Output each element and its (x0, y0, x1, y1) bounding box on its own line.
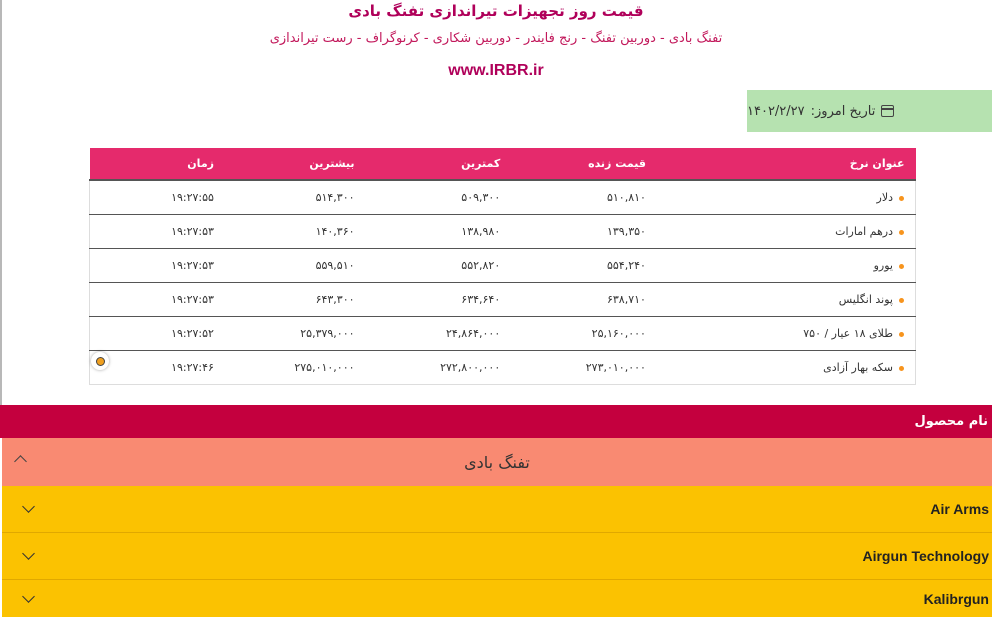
bullet-icon (899, 331, 904, 337)
today-date-box: تاریخ امروز: ۱۴۰۲/۲/۲۷ (747, 90, 992, 132)
col-header-min: کمترین (365, 148, 512, 181)
time-cell: ۱۹:۲۷:۵۳ (88, 248, 225, 283)
time-cell: ۱۹:۲۷:۴۶ (88, 350, 225, 385)
bullet-icon (899, 195, 904, 201)
col-header-max: بیشترین (224, 148, 366, 181)
chevron-up-icon[interactable] (14, 455, 27, 468)
bullet-icon (899, 297, 904, 303)
bullet-icon (899, 365, 904, 371)
brand-accordion-kalibrgun[interactable]: Kalibrgun (2, 580, 992, 617)
col-header-live-price: قیمت زنده (511, 148, 657, 181)
table-row: طلای ۱۸ عیار / ۷۵۰ ۲۵,۱۶۰,۰۰۰ ۲۴,۸۶۴,۰۰۰… (88, 316, 916, 351)
rate-title-cell: پوند انگلیس (656, 282, 916, 317)
rate-title-cell: سکه بهار آزادی (656, 350, 916, 385)
rate-title-cell: درهم امارات (656, 214, 916, 249)
live-price-cell: ۱۳۹,۳۵۰ (511, 214, 657, 249)
max-price-cell: ۲۷۵,۰۱۰,۰۰۰ (224, 350, 366, 385)
live-price-cell: ۲۷۳,۰۱۰,۰۰۰ (511, 350, 657, 385)
category-accordion-airguns[interactable]: تفنگ بادی (2, 438, 992, 486)
time-cell: ۱۹:۲۷:۵۳ (88, 282, 225, 317)
min-price-cell: ۶۳۴,۶۴۰ (365, 282, 512, 317)
chevron-down-icon[interactable] (22, 500, 35, 513)
live-price-cell: ۵۵۴,۲۴۰ (511, 248, 657, 283)
page-title: قیمت روز تجهیزات تیراندازی تفنگ بادی (348, 2, 644, 20)
time-cell: ۱۹:۲۷:۵۳ (88, 214, 225, 249)
time-cell: ۱۹:۲۷:۵۵ (88, 180, 225, 215)
live-price-cell: ۶۳۸,۷۱۰ (511, 282, 657, 317)
date-value: ۱۴۰۲/۲/۲۷ (747, 103, 805, 119)
product-name-header: نام محصول (0, 405, 992, 438)
category-label: تفنگ بادی (464, 452, 530, 472)
col-header-time: زمان (89, 148, 225, 181)
table-row: پوند انگلیس ۶۳۸,۷۱۰ ۶۳۴,۶۴۰ ۶۴۳,۳۰۰ ۱۹:۲… (88, 282, 916, 317)
time-cell: ۱۹:۲۷:۵۲ (88, 316, 225, 351)
col-header-title: عنوان نرخ (656, 148, 916, 181)
date-label: تاریخ امروز: (810, 103, 876, 119)
brand-label: Air Arms (930, 501, 989, 517)
max-price-cell: ۶۴۳,۳۰۰ (224, 282, 366, 317)
page-left-border (0, 0, 2, 405)
rate-title-cell: یورو (656, 248, 916, 283)
chevron-down-icon[interactable] (22, 547, 35, 560)
max-price-cell: ۲۵,۳۷۹,۰۰۰ (224, 316, 366, 351)
page-subtitle: تفنگ بادی - دوربین تفنگ - رنج فایندر - د… (269, 31, 723, 46)
min-price-cell: ۲۷۲,۸۰۰,۰۰۰ (365, 350, 512, 385)
rate-title-cell: طلای ۱۸ عیار / ۷۵۰ (656, 316, 916, 351)
table-row: یورو ۵۵۴,۲۴۰ ۵۵۲,۸۲۰ ۵۵۹,۵۱۰ ۱۹:۲۷:۵۳ (88, 248, 916, 283)
max-price-cell: ۵۱۴,۳۰۰ (224, 180, 366, 215)
rates-table-header: عنوان نرخ قیمت زنده کمترین بیشترین زمان (89, 148, 916, 181)
rates-table: عنوان نرخ قیمت زنده کمترین بیشترین زمان … (88, 148, 916, 385)
max-price-cell: ۱۴۰,۳۶۰ (224, 214, 366, 249)
max-price-cell: ۵۵۹,۵۱۰ (224, 248, 366, 283)
min-price-cell: ۲۴,۸۶۴,۰۰۰ (365, 316, 512, 351)
min-price-cell: ۵۵۲,۸۲۰ (365, 248, 512, 283)
refresh-spinner-icon[interactable] (91, 352, 109, 370)
table-row: سکه بهار آزادی ۲۷۳,۰۱۰,۰۰۰ ۲۷۲,۸۰۰,۰۰۰ ۲… (88, 350, 916, 385)
brand-label: Airgun Technology (862, 548, 989, 564)
brand-label: Kalibrgun (923, 590, 989, 607)
calendar-icon (881, 105, 895, 117)
bullet-icon (899, 229, 904, 235)
site-url-link[interactable]: www.IRBR.ir (0, 62, 992, 80)
brand-accordion-air-arms[interactable]: Air Arms (2, 486, 992, 532)
bullet-icon (899, 263, 904, 269)
brand-accordion-airgun-technology[interactable]: Airgun Technology (2, 533, 992, 579)
live-price-cell: ۵۱۰,۸۱۰ (511, 180, 657, 215)
min-price-cell: ۵۰۹,۳۰۰ (365, 180, 512, 215)
rate-title-cell: دلار (656, 180, 916, 215)
table-row: دلار ۵۱۰,۸۱۰ ۵۰۹,۳۰۰ ۵۱۴,۳۰۰ ۱۹:۲۷:۵۵ (88, 180, 916, 215)
min-price-cell: ۱۳۸,۹۸۰ (365, 214, 512, 249)
table-row: درهم امارات ۱۳۹,۳۵۰ ۱۳۸,۹۸۰ ۱۴۰,۳۶۰ ۱۹:۲… (88, 214, 916, 249)
chevron-down-icon[interactable] (22, 590, 35, 603)
live-price-cell: ۲۵,۱۶۰,۰۰۰ (511, 316, 657, 351)
